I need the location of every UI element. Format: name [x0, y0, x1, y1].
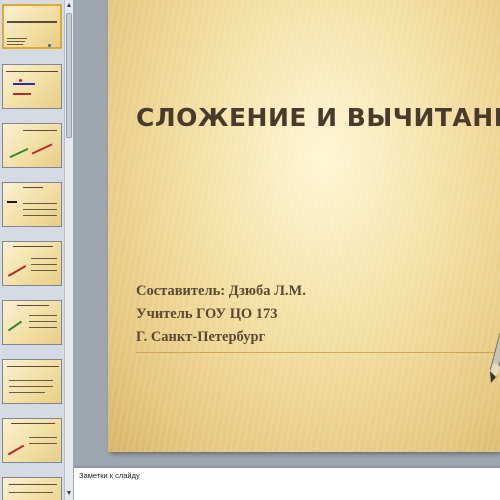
slide-title[interactable]: СЛОЖЕНИЕ И ВЫЧИТАНИЕ ВЕКТ	[136, 103, 500, 132]
scroll-down-icon[interactable]: ▼	[65, 489, 73, 499]
thumbnail-scrollbar[interactable]: ▲ ▼	[64, 0, 73, 500]
slide-thumbnail-9[interactable]	[2, 477, 62, 500]
decorative-divider	[136, 352, 500, 353]
slide-thumbnail-8[interactable]	[2, 418, 62, 463]
slide-thumbnail-4[interactable]	[2, 182, 62, 227]
scrollbar-thumb[interactable]	[66, 13, 72, 138]
slide-thumbnail-6[interactable]	[2, 300, 62, 345]
slide-editing-area: СЛОЖЕНИЕ И ВЫЧИТАНИЕ ВЕКТ Составитель: Д…	[74, 0, 500, 466]
slide-thumbnail-7[interactable]	[2, 359, 62, 404]
notes-pane[interactable]: Заметки к слайду	[74, 466, 500, 500]
slide-thumbnail-5[interactable]	[2, 241, 62, 286]
slide-thumbnail-1[interactable]	[2, 4, 62, 49]
notes-placeholder[interactable]: Заметки к слайду	[79, 471, 140, 480]
thumbnail-list	[2, 0, 64, 500]
slide-canvas[interactable]: СЛОЖЕНИЕ И ВЫЧИТАНИЕ ВЕКТ Составитель: Д…	[108, 0, 500, 452]
slide-thumbnail-2[interactable]	[2, 64, 62, 109]
slide-subtitle[interactable]: Составитель: Дзюба Л.М. Учитель ГОУ ЦО 1…	[136, 280, 306, 349]
subtitle-city: Г. Санкт-Петербург	[136, 329, 266, 345]
slide-thumbnail-pane: ▲ ▼	[0, 0, 73, 500]
pencil-decoration-icon	[490, 333, 500, 383]
subtitle-position: Учитель ГОУ ЦО 173	[136, 306, 278, 322]
slide-thumbnail-3[interactable]	[2, 123, 62, 168]
scroll-up-icon[interactable]: ▲	[65, 1, 73, 11]
subtitle-author: Составитель: Дзюба Л.М.	[136, 283, 306, 299]
